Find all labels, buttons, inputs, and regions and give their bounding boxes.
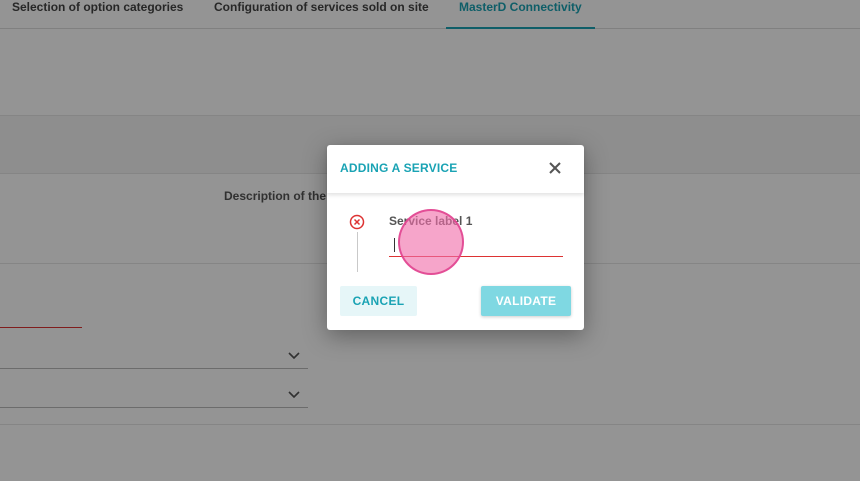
error-circle-icon — [349, 214, 365, 230]
validate-button[interactable]: VALIDATE — [481, 286, 571, 316]
cancel-button[interactable]: CANCEL — [340, 286, 417, 316]
close-icon[interactable] — [547, 160, 563, 176]
adding-service-dialog: ADDING A SERVICE Service label 1 CANCEL … — [327, 145, 584, 330]
service-label-caption: Service label 1 — [389, 214, 473, 228]
field-connector-line — [357, 232, 358, 272]
dialog-title: ADDING A SERVICE — [340, 161, 458, 175]
text-caret — [394, 238, 395, 252]
dialog-header: ADDING A SERVICE — [327, 145, 584, 193]
service-label-input[interactable] — [389, 233, 563, 257]
